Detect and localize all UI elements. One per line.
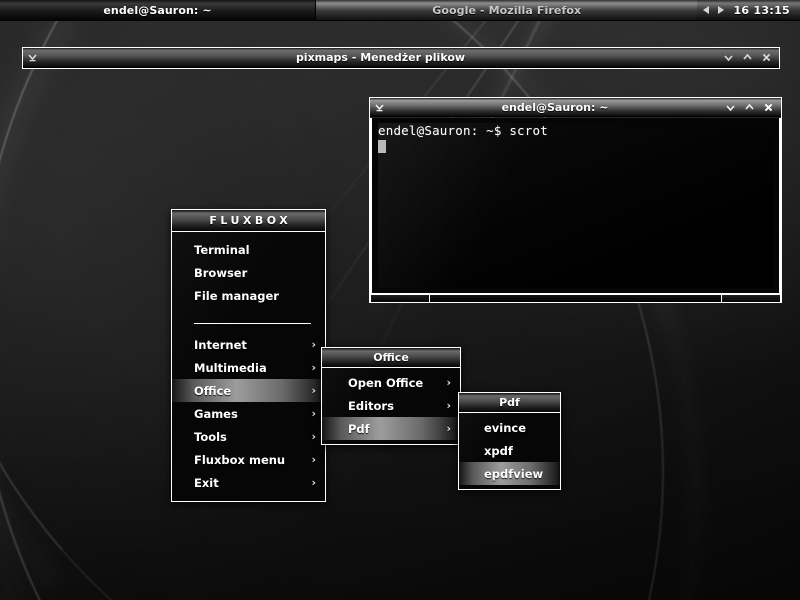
- toolbar-window-button-terminal[interactable]: endel@Sauron: ~: [0, 0, 316, 20]
- menu-title-office: Office: [322, 348, 460, 368]
- menu-item-label: Games: [194, 406, 238, 421]
- menu-item-browser[interactable]: Browser: [172, 261, 325, 284]
- window-controls-file-manager: [719, 49, 779, 66]
- toolbar-window-label-terminal: endel@Sauron: ~: [103, 3, 212, 17]
- menu-item-label: Tools: [194, 429, 227, 444]
- maximize-icon[interactable]: [740, 99, 759, 116]
- menu-item-label: Editors: [348, 398, 394, 413]
- terminal-inner: endel@Sauron: ~$ scrot: [378, 123, 773, 288]
- resize-bar[interactable]: [430, 295, 721, 302]
- chevron-right-icon: ›: [311, 453, 316, 466]
- menu-item-office[interactable]: Office ›: [172, 379, 325, 402]
- menu-item-pdf[interactable]: Pdf ›: [322, 417, 460, 440]
- menu-item-evince[interactable]: evince: [459, 416, 560, 439]
- toolbar-window-button-firefox[interactable]: Google - Mozilla Firefox: [316, 0, 698, 20]
- close-icon[interactable]: [757, 49, 776, 66]
- menu-item-open-office[interactable]: Open Office ›: [322, 371, 460, 394]
- menu-items-root-bottom: Internet › Multimedia › Office › Games ›…: [172, 333, 325, 501]
- window-title-terminal: endel@Sauron: ~: [501, 100, 609, 114]
- shade-icon[interactable]: [23, 49, 42, 66]
- iconify-icon[interactable]: [719, 49, 738, 66]
- window-controls-terminal: [721, 99, 781, 116]
- toolbar-right-cluster: 16 13:15: [697, 0, 800, 20]
- chevron-right-icon: ›: [311, 384, 316, 397]
- titlebar-file-manager[interactable]: pixmaps - Menedżer plikow: [23, 48, 779, 68]
- menu-item-label: File manager: [194, 288, 279, 303]
- terminal-cursor: [378, 140, 386, 153]
- titlebar-terminal[interactable]: endel@Sauron: ~: [370, 98, 781, 117]
- toolbar-clock: 16 13:15: [733, 3, 790, 17]
- menu-item-label: epdfview: [484, 466, 544, 481]
- menu-item-label: xpdf: [484, 443, 513, 458]
- menu-item-label: Browser: [194, 265, 248, 280]
- toolbar[interactable]: endel@Sauron: ~ Google - Mozilla Firefox…: [0, 0, 800, 21]
- menu-item-label: Exit: [194, 475, 219, 490]
- menu-item-label: Office: [194, 383, 232, 398]
- resize-handle-left[interactable]: [370, 295, 430, 302]
- menu-item-label: Multimedia: [194, 360, 267, 375]
- menu-title-pdf: Pdf: [459, 393, 560, 413]
- menu-items-pdf: evince xpdf epdfview: [459, 413, 560, 489]
- menu-separator: [194, 323, 311, 324]
- desktop[interactable]: endel@Sauron: ~ Google - Mozilla Firefox…: [0, 0, 800, 600]
- terminal-line: endel@Sauron: ~$ scrot: [378, 123, 548, 138]
- chevron-right-icon: ›: [446, 376, 451, 389]
- maximize-icon[interactable]: [738, 49, 757, 66]
- menu-item-xpdf[interactable]: xpdf: [459, 439, 560, 462]
- window-file-manager[interactable]: pixmaps - Menedżer plikow: [22, 47, 780, 69]
- menu-item-games[interactable]: Games ›: [172, 402, 325, 425]
- menu-item-terminal[interactable]: Terminal: [172, 238, 325, 261]
- window-title-file-manager: pixmaps - Menedżer plikow: [295, 51, 466, 64]
- menu-item-label: Terminal: [194, 242, 250, 257]
- menu-item-internet[interactable]: Internet ›: [172, 333, 325, 356]
- shade-icon[interactable]: [370, 99, 389, 116]
- resize-handle-right[interactable]: [721, 295, 781, 302]
- menu-item-file-manager[interactable]: File manager: [172, 284, 325, 307]
- window-terminal[interactable]: endel@Sauron: ~ endel@Sauron: ~$ scrot: [369, 97, 782, 303]
- terminal-output-area[interactable]: endel@Sauron: ~$ scrot: [370, 118, 781, 293]
- menu-item-label: evince: [484, 420, 527, 435]
- pdf-submenu[interactable]: Pdf evince xpdf epdfview: [458, 392, 561, 490]
- iconify-icon[interactable]: [721, 99, 740, 116]
- menu-item-exit[interactable]: Exit ›: [172, 471, 325, 494]
- menu-item-tools[interactable]: Tools ›: [172, 425, 325, 448]
- chevron-right-icon: ›: [311, 361, 316, 374]
- fluxbox-root-menu[interactable]: FLUXBOX Terminal Browser File manager In…: [171, 209, 326, 502]
- menu-item-label: Pdf: [348, 421, 370, 436]
- chevron-right-icon: ›: [446, 399, 451, 412]
- menu-item-label: Open Office: [348, 375, 424, 390]
- menu-item-multimedia[interactable]: Multimedia ›: [172, 356, 325, 379]
- chevron-right-icon: ›: [311, 407, 316, 420]
- window-resize-grip[interactable]: [370, 293, 781, 302]
- chevron-right-icon: ›: [311, 476, 316, 489]
- arrow-left-icon[interactable]: [703, 6, 710, 14]
- office-submenu[interactable]: Office Open Office › Editors › Pdf ›: [321, 347, 461, 445]
- close-icon[interactable]: [759, 99, 778, 116]
- menu-items-office: Open Office › Editors › Pdf ›: [322, 368, 460, 444]
- menu-item-editors[interactable]: Editors ›: [322, 394, 460, 417]
- menu-item-label: Fluxbox menu: [194, 452, 286, 467]
- chevron-right-icon: ›: [311, 338, 316, 351]
- menu-item-label: Internet: [194, 337, 247, 352]
- chevron-right-icon: ›: [311, 430, 316, 443]
- toolbar-window-label-firefox: Google - Mozilla Firefox: [432, 3, 582, 17]
- menu-title-root: FLUXBOX: [172, 210, 325, 232]
- arrow-right-icon[interactable]: [718, 6, 725, 14]
- menu-item-fluxbox-menu[interactable]: Fluxbox menu ›: [172, 448, 325, 471]
- menu-item-epdfview[interactable]: epdfview: [459, 462, 560, 485]
- menu-items-root-top: Terminal Browser File manager: [172, 232, 325, 314]
- chevron-right-icon: ›: [446, 422, 451, 435]
